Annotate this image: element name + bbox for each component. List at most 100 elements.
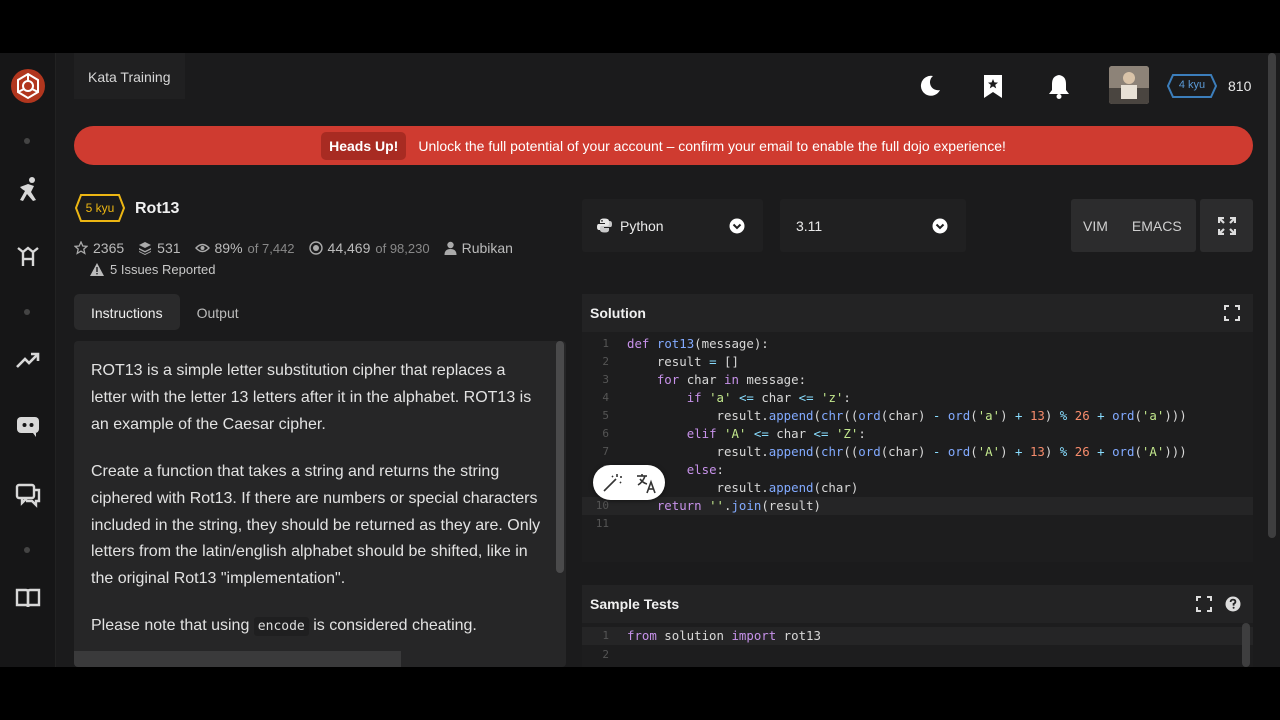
fullscreen-button[interactable] [1200, 199, 1253, 252]
leaderboard-icon[interactable] [14, 346, 42, 374]
code-line: 8 else: [582, 461, 1253, 479]
bookmark-icon[interactable] [980, 73, 1006, 99]
completed-total: of 98,230 [375, 240, 430, 256]
line-number: 11 [595, 517, 609, 530]
bell-icon[interactable] [1046, 73, 1072, 99]
rail-separator [24, 138, 30, 144]
code-line: 4 if 'a' <= char <= 'z': [582, 389, 1253, 407]
tab-output[interactable]: Output [180, 294, 256, 330]
editor-mode-group: VIM EMACS [1071, 199, 1196, 252]
note-text-before: Please note that using [91, 617, 250, 634]
translate-icon[interactable] [635, 472, 659, 494]
target-icon [308, 241, 323, 255]
collections-stat: 531 [138, 240, 181, 256]
code-line: 2 [582, 646, 1253, 664]
solution-editor[interactable]: 1 def rot13(message): 2 result = [] 3 for… [582, 332, 1253, 562]
instructions-paragraph: ROT13 is a simple letter substitution ci… [91, 362, 532, 433]
instructions-paragraph: Create a function that takes a string an… [91, 463, 541, 588]
code-line: 2 result = [] [582, 353, 1253, 371]
magic-icon[interactable] [601, 472, 623, 494]
instructions-paragraph: Please note that using encode is conside… [91, 613, 543, 641]
avatar[interactable] [1109, 66, 1149, 104]
tests-scrollbar[interactable] [1242, 623, 1250, 667]
line-number: 2 [602, 355, 609, 368]
practice-icon[interactable] [14, 242, 42, 270]
fullscreen-icon [1218, 217, 1236, 235]
instructions-panel: ROT13 is a simple letter substitution ci… [74, 341, 566, 667]
code-line: 5 result.append(chr((ord(char) - ord('a'… [582, 407, 1253, 425]
kata-stats: 2365 531 89% of 7,442 44,469 of 98,230 R… [74, 240, 513, 256]
author-stat[interactable]: Rubikan [444, 240, 513, 256]
moon-icon[interactable] [917, 73, 943, 99]
eye-icon [194, 243, 210, 253]
app-frame: Kata Training 4 kyu 810 Heads Up! Unlock… [0, 53, 1280, 667]
discord-icon[interactable] [14, 412, 42, 440]
discussion-icon[interactable] [14, 481, 42, 509]
solution-title: Solution [590, 305, 646, 321]
heads-up-banner[interactable]: Heads Up! Unlock the full potential of y… [74, 126, 1253, 165]
author-name: Rubikan [461, 240, 513, 256]
collection-icon [139, 242, 152, 255]
code-line: 6 elif 'A' <= char <= 'Z': [582, 425, 1253, 443]
sidebar [0, 53, 56, 667]
chevron-down-icon [932, 218, 948, 234]
code-line: 1 from solution import rot13 [582, 627, 1253, 645]
sample-tests-title: Sample Tests [590, 596, 680, 612]
fullscreen-icon[interactable] [1196, 596, 1212, 612]
instructions-scrollbar[interactable] [556, 341, 564, 573]
stars-count: 2365 [93, 240, 125, 256]
fullscreen-icon[interactable] [1224, 305, 1240, 321]
issues-label: 5 Issues Reported [110, 262, 216, 277]
kyu-label: 5 kyu [85, 201, 115, 215]
satisfaction-votes: of 7,442 [247, 240, 295, 256]
sample-tests-header: Sample Tests [582, 585, 1253, 623]
language-value: Python [620, 217, 664, 234]
docs-icon[interactable] [14, 584, 42, 612]
version-value: 3.11 [796, 217, 823, 234]
note-text-after: is considered cheating. [313, 617, 477, 634]
code-line: 11 [582, 515, 1253, 533]
sample-tests-editor[interactable]: 1 from solution import rot13 2 [582, 623, 1253, 667]
help-icon[interactable] [1225, 596, 1241, 612]
collections-count: 531 [157, 240, 181, 256]
tab-instructions[interactable]: Instructions [74, 294, 180, 330]
satisfaction-stat: 89% of 7,442 [194, 240, 295, 256]
line-number: 6 [602, 427, 609, 440]
rank-label: 4 kyu [1178, 79, 1206, 91]
training-icon[interactable] [14, 175, 42, 203]
satisfaction-rating: 89% [214, 240, 243, 256]
python-icon [597, 218, 612, 233]
kata-title: Rot13 [135, 200, 180, 217]
stars-stat[interactable]: 2365 [74, 240, 124, 256]
banner-message: Unlock the full potential of your accoun… [418, 137, 1006, 154]
codewars-logo-icon[interactable] [10, 68, 46, 104]
line-number: 2 [602, 648, 609, 661]
line-number: 1 [602, 629, 609, 642]
banner-pill: Heads Up! [321, 131, 407, 160]
warning-icon [90, 263, 104, 276]
issues-reported[interactable]: 5 Issues Reported [90, 262, 216, 277]
line-number: 4 [602, 391, 609, 404]
line-number: 10 [595, 499, 609, 512]
code-line: 3 for char in message: [582, 371, 1253, 389]
line-number: 7 [602, 445, 609, 458]
code-line: 1 def rot13(message): [582, 335, 1253, 353]
instructions-hscroll[interactable] [74, 651, 401, 667]
line-number: 3 [602, 373, 609, 386]
page-scrollbar[interactable] [1268, 53, 1276, 538]
emacs-button[interactable]: EMACS [1120, 218, 1194, 234]
kyu-badge: 5 kyu [74, 193, 126, 223]
code-line: 10 return ''.join(result) [582, 497, 1253, 515]
vim-button[interactable]: VIM [1071, 218, 1120, 234]
line-number: 1 [602, 337, 609, 350]
breadcrumb[interactable]: Kata Training [74, 53, 185, 99]
rank-badge: 4 kyu [1167, 74, 1217, 98]
chevron-down-icon [729, 218, 745, 234]
code-line: 7 result.append(chr((ord(char) - ord('A'… [582, 443, 1253, 461]
inline-code: encode [253, 617, 309, 636]
language-select[interactable]: Python [582, 199, 763, 252]
floating-toolbar[interactable] [593, 465, 665, 500]
rail-separator [24, 547, 30, 553]
completed-stat: 44,469 of 98,230 [308, 240, 430, 256]
version-select[interactable]: 3.11 [780, 199, 966, 252]
